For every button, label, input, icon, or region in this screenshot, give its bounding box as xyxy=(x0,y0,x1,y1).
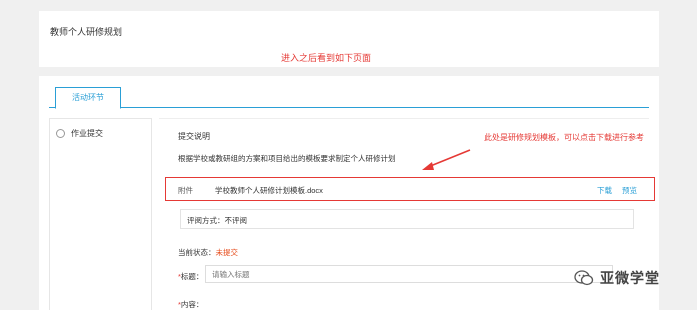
attachment-label: 附件 xyxy=(178,186,193,195)
content-label: *内容： xyxy=(178,299,203,310)
sidebar: 作业提交 xyxy=(49,118,152,310)
attachment-file-name[interactable]: 学校教师个人研修计划模板.docx xyxy=(215,185,323,196)
wechat-icon xyxy=(574,270,594,286)
download-link[interactable]: 下载 xyxy=(597,185,612,196)
sidebar-item-label: 作业提交 xyxy=(71,129,103,138)
main-card: 活动环节 作业提交 提交说明 根据学校或教研组的方案和项目给出的模板要求制定个人… xyxy=(39,76,659,310)
annotation-side-note: 此处是研修规划模板，可以点击下载进行参考 xyxy=(484,133,644,142)
section-title: 提交说明 xyxy=(178,132,210,141)
annotation-top-note: 进入之后看到如下页面 xyxy=(281,53,372,63)
status-value: 未提交 xyxy=(215,248,239,257)
review-mode-box: 评阅方式：不评阅 xyxy=(180,209,634,229)
tab-bar: 活动环节 xyxy=(49,86,649,109)
title-label: *标题： xyxy=(178,271,203,282)
watermark: 亚微学堂 xyxy=(574,268,660,288)
watermark-text: 亚微学堂 xyxy=(600,270,660,286)
status-row: 当前状态：未提交 xyxy=(178,247,238,258)
radio-circle-icon xyxy=(56,129,65,138)
preview-link[interactable]: 预览 xyxy=(622,185,637,196)
review-mode-text: 评阅方式：不评阅 xyxy=(187,216,247,225)
title-label-text: 标题： xyxy=(180,272,204,281)
title-input[interactable] xyxy=(205,265,613,283)
attachment-row: 附件 学校教师个人研修计划模板.docx 下载 预览 xyxy=(165,177,655,201)
content-label-text: 内容： xyxy=(180,300,204,309)
page-title: 教师个人研修规划 xyxy=(50,27,123,37)
tab-activity[interactable]: 活动环节 xyxy=(55,87,121,109)
section-description: 根据学校或教研组的方案和项目给出的模板要求制定个人研修计划 xyxy=(178,154,396,163)
header-card: 教师个人研修规划 进入之后看到如下页面 xyxy=(39,11,659,67)
sidebar-item-homework[interactable]: 作业提交 xyxy=(56,128,103,139)
status-label: 当前状态： xyxy=(178,248,216,257)
